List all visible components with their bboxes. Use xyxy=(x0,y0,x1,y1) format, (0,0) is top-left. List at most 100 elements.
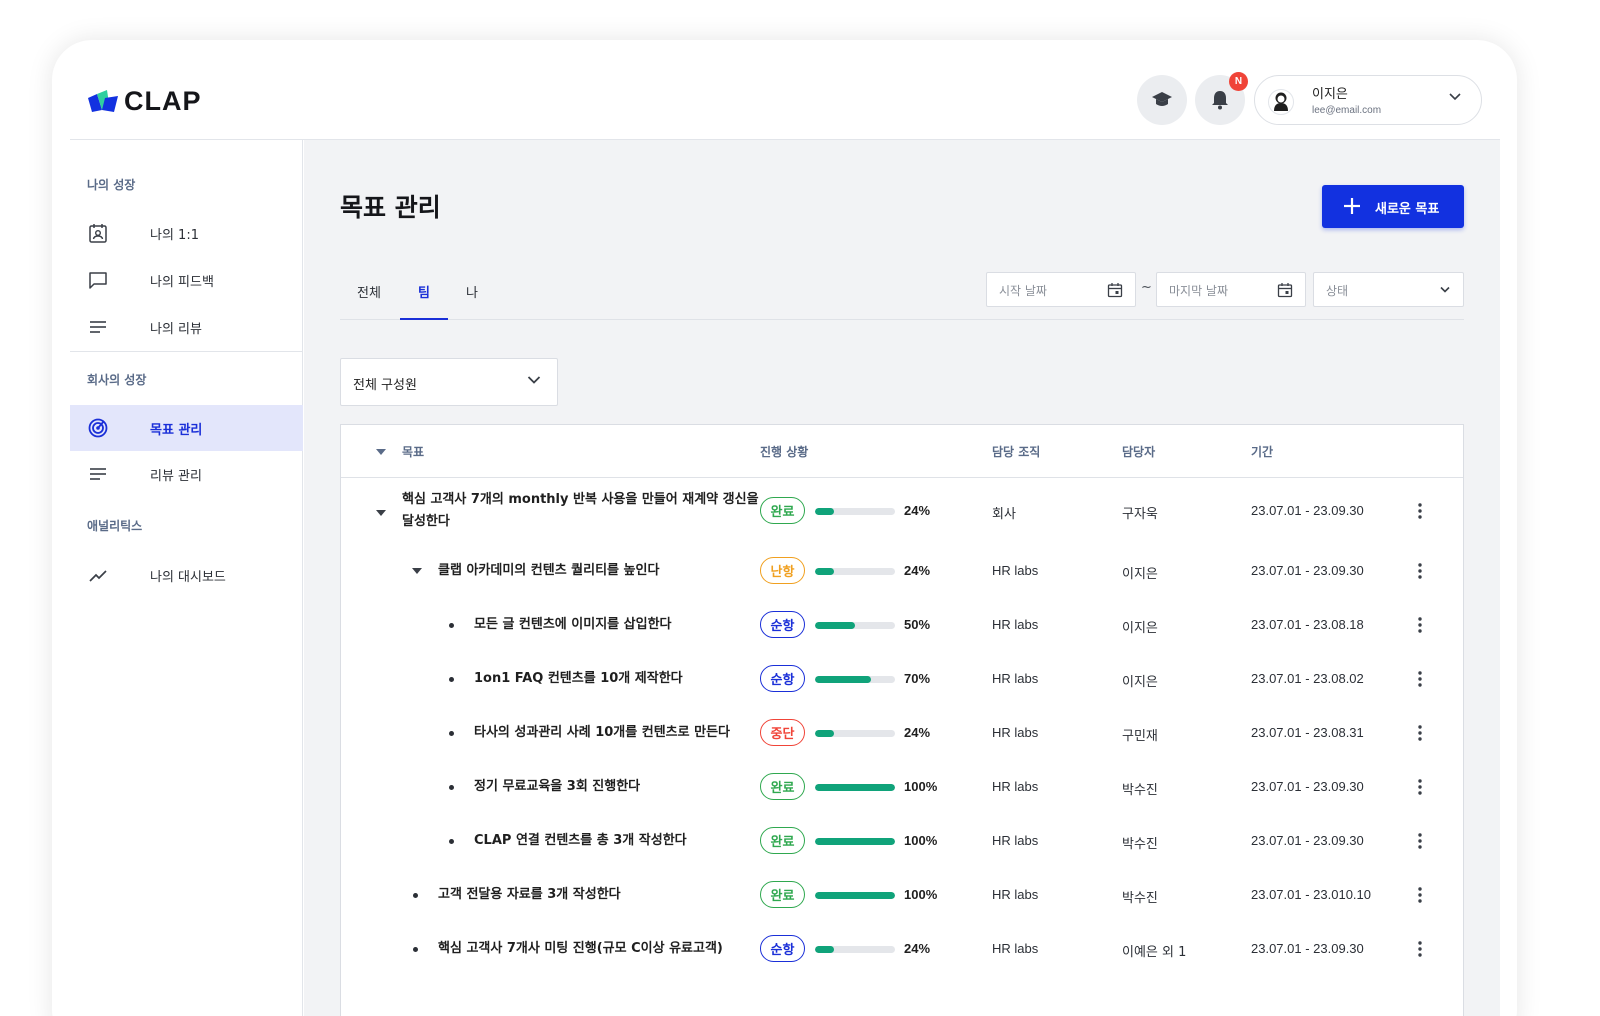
goal-title[interactable]: 클랩 아카데미의 컨텐츠 퀄리티를 높인다 xyxy=(438,560,659,582)
goal-title[interactable]: 타사의 성과관리 사례 10개를 컨텐츠로 만든다 xyxy=(474,722,730,744)
status-badge[interactable]: 중단 xyxy=(760,719,805,746)
end-date-field[interactable]: 마지막 날짜 xyxy=(1156,272,1306,307)
sidebar-item-my-1on1[interactable]: 나의 1:1 xyxy=(70,210,303,256)
table-row[interactable]: 클랩 아카데미의 컨텐츠 퀄리티를 높인다 난항 24% HR labs 이지은 23.0… xyxy=(341,544,1463,598)
owner-cell: 구자욱 xyxy=(1122,507,1158,522)
notification-button[interactable]: N xyxy=(1195,72,1248,125)
goal-title[interactable]: 핵심 고객사 7개사 미팅 진행(규모 C이상 유료고객) xyxy=(438,938,723,960)
more-options-icon[interactable] xyxy=(1418,833,1422,849)
more-options-icon[interactable] xyxy=(1418,617,1422,633)
sidebar-item-my-feedback[interactable]: 나의 피드백 xyxy=(70,257,303,303)
more-options-icon[interactable] xyxy=(1418,503,1422,519)
period-cell: 23.07.01 - 23.09.30 xyxy=(1251,563,1364,578)
graduation-cap-icon xyxy=(1152,92,1172,106)
table-row[interactable]: CLAP 연결 컨텐츠를 총 3개 작성한다 완료 100% HR labs 박수진 23… xyxy=(341,814,1463,868)
status-badge[interactable]: 완료 xyxy=(760,497,805,524)
progress-bar xyxy=(815,508,895,515)
header-owner[interactable]: 담당자 xyxy=(1122,443,1155,460)
header-progress[interactable]: 진행 상황 xyxy=(760,443,808,460)
tab-me[interactable]: 나 xyxy=(448,282,496,320)
progress-percent: 24% xyxy=(904,563,931,578)
goal-title[interactable]: CLAP 연결 컨텐츠를 총 3개 작성한다 xyxy=(474,830,687,852)
more-options-icon[interactable] xyxy=(1418,563,1422,579)
user-email: lee@email.com xyxy=(1312,105,1382,116)
more-options-icon[interactable] xyxy=(1418,779,1422,795)
lines-icon xyxy=(90,468,106,480)
logo-text: CLAP xyxy=(124,86,202,116)
table-row[interactable]: 핵심 고객사 7개의 monthly 반복 사용을 만들어 재계약 갱신을 달성한… xyxy=(341,478,1463,544)
date-range-separator: ~ xyxy=(1141,280,1152,295)
table-row[interactable]: 타사의 성과관리 사례 10개를 컨텐츠로 만든다 중단 24% HR labs 구민재… xyxy=(341,706,1463,760)
header-goal[interactable]: 목표 xyxy=(402,443,424,460)
bullet-icon xyxy=(449,623,454,628)
sidebar-section-my-growth: 나의 성장 xyxy=(87,178,136,192)
status-badge[interactable]: 완료 xyxy=(760,827,805,854)
org-cell: HR labs xyxy=(992,941,1039,956)
top-header: CLAP N 이지은 lee@email.com xyxy=(70,58,1500,140)
status-placeholder: 상태 xyxy=(1326,284,1349,298)
logo[interactable]: CLAP xyxy=(88,86,202,117)
start-date-field[interactable]: 시작 날짜 xyxy=(986,272,1136,307)
sidebar-item-goal-management[interactable]: 목표 관리 xyxy=(70,405,303,451)
academy-button[interactable] xyxy=(1137,75,1187,125)
sidebar-item-label: 나의 피드백 xyxy=(150,274,214,290)
status-badge[interactable]: 순항 xyxy=(760,611,805,638)
owner-cell: 박수진 xyxy=(1122,783,1158,798)
status-select[interactable]: 상태 xyxy=(1313,272,1464,307)
table-row[interactable]: 1on1 FAQ 컨텐츠를 10개 제작한다 순항 70% HR labs 이지은 23.… xyxy=(341,652,1463,706)
table-row[interactable]: 핵심 고객사 7개사 미팅 진행(규모 C이상 유료고객) 순항 24% HR lab… xyxy=(341,922,1463,976)
goal-title[interactable]: 모든 글 컨텐츠에 이미지를 삽입한다 xyxy=(474,614,672,636)
bullet-icon xyxy=(449,677,454,682)
new-goal-button[interactable]: 새로운 목표 xyxy=(1322,185,1464,228)
org-cell: HR labs xyxy=(992,833,1039,848)
owner-cell: 이지은 xyxy=(1122,675,1158,690)
status-badge[interactable]: 완료 xyxy=(760,773,805,800)
more-options-icon[interactable] xyxy=(1418,887,1422,903)
sidebar-item-my-review[interactable]: 나의 리뷰 xyxy=(70,304,303,350)
period-cell: 23.07.01 - 23.010.10 xyxy=(1251,887,1371,902)
tab-team[interactable]: 팀 xyxy=(400,282,448,320)
status-badge[interactable]: 완료 xyxy=(760,881,805,908)
user-menu[interactable]: 이지은 lee@email.com xyxy=(1254,75,1482,125)
notification-badge: N xyxy=(1229,72,1248,91)
period-cell: 23.07.01 - 23.08.02 xyxy=(1251,671,1364,686)
table-row[interactable]: 정기 무료교육을 3회 진행한다 완료 100% HR labs 박수진 23.07.01… xyxy=(341,760,1463,814)
end-date-placeholder: 마지막 날짜 xyxy=(1169,284,1229,298)
new-goal-label: 새로운 목표 xyxy=(1375,202,1440,217)
user-name: 이지은 xyxy=(1312,87,1348,102)
org-cell: HR labs xyxy=(992,563,1039,578)
table-row[interactable]: 고객 전달용 자료를 3개 작성한다 완료 100% HR labs 박수진 23.07.… xyxy=(341,868,1463,922)
status-badge[interactable]: 순항 xyxy=(760,665,805,692)
org-cell: HR labs xyxy=(992,887,1039,902)
more-options-icon[interactable] xyxy=(1418,725,1422,741)
progress-bar xyxy=(815,568,895,575)
collapse-all-caret-icon[interactable] xyxy=(375,448,387,456)
member-select[interactable]: 전체 구성원 xyxy=(340,358,558,406)
header-org[interactable]: 담당 조직 xyxy=(992,443,1040,460)
status-badge[interactable]: 순항 xyxy=(760,935,805,962)
progress-percent: 100% xyxy=(904,887,938,902)
goal-title[interactable]: 정기 무료교육을 3회 진행한다 xyxy=(474,776,640,798)
table-header: 목표 진행 상황 담당 조직 담당자 기간 xyxy=(341,425,1463,478)
org-cell: HR labs xyxy=(992,617,1039,632)
period-cell: 23.07.01 - 23.09.30 xyxy=(1251,503,1364,518)
progress-bar-fill xyxy=(815,622,855,629)
expand-caret-icon[interactable] xyxy=(375,509,387,517)
chevron-down-icon xyxy=(527,376,541,384)
progress-percent: 100% xyxy=(904,833,938,848)
sidebar-item-review-management[interactable]: 리뷰 관리 xyxy=(70,451,303,497)
tab-all[interactable]: 전체 xyxy=(340,282,398,320)
goal-title[interactable]: 1on1 FAQ 컨텐츠를 10개 제작한다 xyxy=(474,668,683,690)
main-content: 목표 관리 새로운 목표 전체 팀 나 시작 날짜 ~ 마지막 날짜 상태 전체… xyxy=(304,140,1500,1016)
progress-bar-fill xyxy=(815,946,835,953)
more-options-icon[interactable] xyxy=(1418,671,1422,687)
sidebar-item-label: 나의 대시보드 xyxy=(150,569,226,585)
table-row[interactable]: 모든 글 컨텐츠에 이미지를 삽입한다 순항 50% HR labs 이지은 23.07.… xyxy=(341,598,1463,652)
expand-caret-icon[interactable] xyxy=(411,567,423,575)
more-options-icon[interactable] xyxy=(1418,941,1422,957)
status-badge[interactable]: 난항 xyxy=(760,557,805,584)
sidebar-item-my-dashboard[interactable]: 나의 대시보드 xyxy=(70,552,303,598)
goal-title[interactable]: 핵심 고객사 7개의 monthly 반복 사용을 만들어 재계약 갱신을 달성한… xyxy=(402,489,759,533)
goal-title[interactable]: 고객 전달용 자료를 3개 작성한다 xyxy=(438,884,621,906)
header-period[interactable]: 기간 xyxy=(1251,443,1273,460)
